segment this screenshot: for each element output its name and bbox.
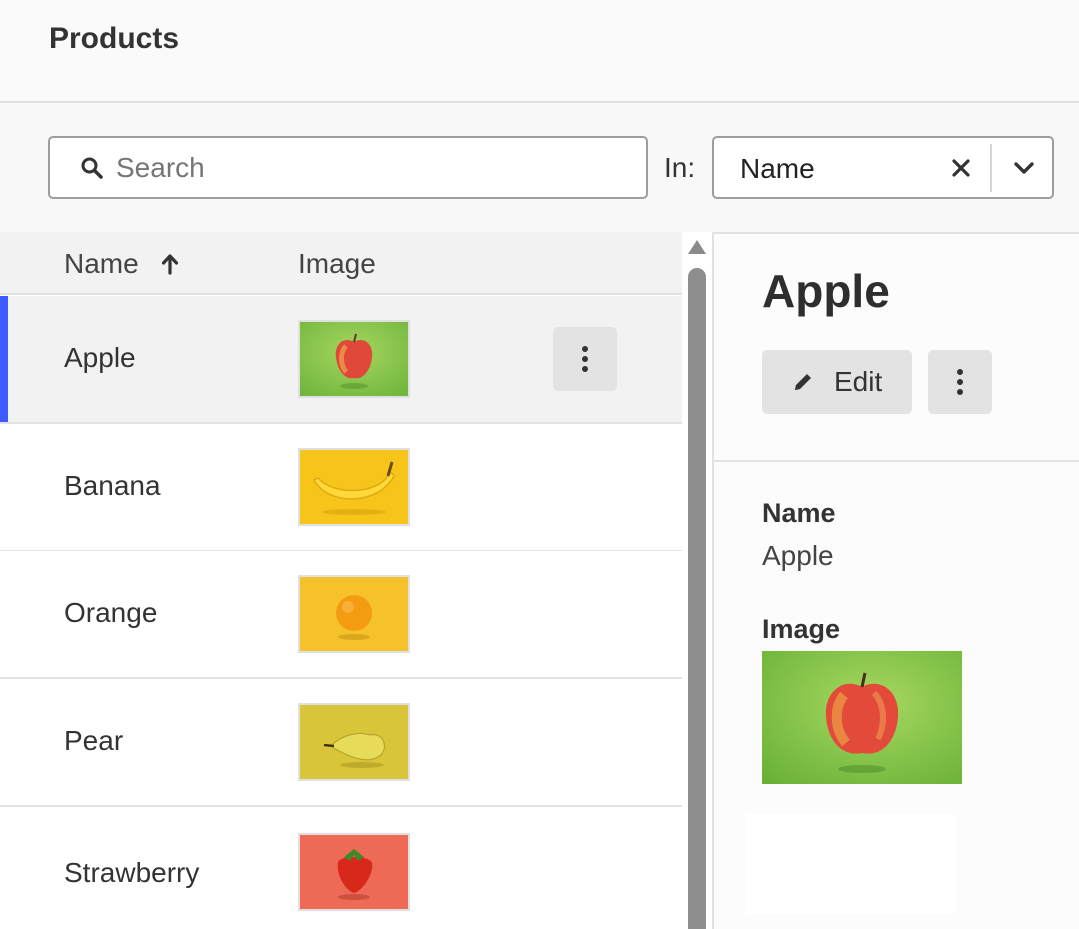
row-name: Orange xyxy=(64,597,158,628)
strawberry-thumbnail xyxy=(298,833,410,911)
detail-divider xyxy=(714,460,1079,462)
clear-selection-button[interactable] xyxy=(946,152,976,184)
table-row[interactable]: Strawberry xyxy=(0,807,682,929)
row-more-button[interactable] xyxy=(553,327,617,391)
search-field-select[interactable]: Name xyxy=(712,136,1054,199)
page-title: Products xyxy=(49,22,180,55)
search-box[interactable] xyxy=(48,136,648,199)
product-list: Name Image Apple Banana Orange Pear Stra… xyxy=(0,232,682,929)
detail-title: Apple xyxy=(762,265,890,317)
close-icon xyxy=(952,159,970,177)
row-name: Apple xyxy=(64,342,136,373)
app-header: Products xyxy=(0,0,1079,103)
list-header: Name Image xyxy=(0,232,682,295)
scroll-up-arrow[interactable] xyxy=(688,240,706,254)
selection-indicator xyxy=(0,296,8,422)
search-field-value: Name xyxy=(740,153,815,184)
list-scrollbar-thumb[interactable] xyxy=(688,268,706,929)
table-row[interactable]: Pear xyxy=(0,679,682,807)
detail-more-button[interactable] xyxy=(928,350,992,414)
table-row[interactable]: Orange xyxy=(0,551,682,679)
search-scope-label: In: xyxy=(664,152,696,183)
arrow-up-icon xyxy=(161,254,178,275)
column-header-image[interactable]: Image xyxy=(298,248,376,280)
column-name-label: Name xyxy=(64,248,139,279)
table-row[interactable]: Apple xyxy=(0,296,682,424)
field-label-name: Name xyxy=(762,498,836,528)
row-name: Strawberry xyxy=(64,857,200,888)
pencil-icon xyxy=(795,374,811,390)
select-divider xyxy=(990,144,992,192)
edit-button[interactable]: Edit xyxy=(762,350,912,414)
more-vertical-icon xyxy=(957,369,963,395)
row-name: Banana xyxy=(64,470,161,501)
edit-button-label: Edit xyxy=(834,366,883,397)
table-row[interactable]: Banana xyxy=(0,424,682,552)
orange-thumbnail xyxy=(298,575,410,653)
row-name: Pear xyxy=(64,725,124,756)
column-header-name[interactable]: Name xyxy=(64,248,179,280)
empty-area xyxy=(746,814,956,914)
product-detail-panel: Apple Edit Name Apple Image xyxy=(712,232,1079,929)
search-input[interactable] xyxy=(116,151,596,184)
banana-thumbnail xyxy=(298,448,410,526)
apple-thumbnail xyxy=(298,320,410,398)
detail-image-apple xyxy=(762,651,962,784)
more-vertical-icon xyxy=(582,346,588,372)
chevron-down-icon xyxy=(1014,162,1034,174)
pear-thumbnail xyxy=(298,703,410,781)
search-icon xyxy=(81,157,103,179)
field-value-name: Apple xyxy=(762,540,834,571)
search-toolbar: In: Name xyxy=(0,104,1079,232)
field-label-image: Image xyxy=(762,614,841,644)
open-dropdown-button[interactable] xyxy=(1006,152,1042,184)
